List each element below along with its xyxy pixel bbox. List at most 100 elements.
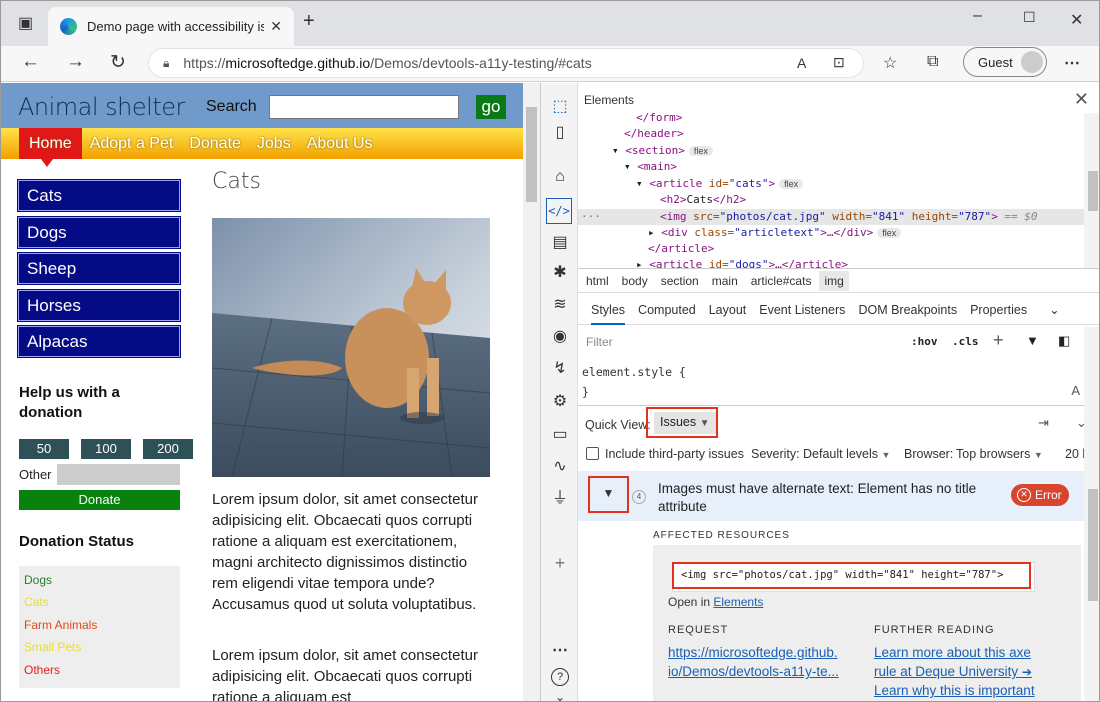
maximize-icon[interactable]: ☐ bbox=[1023, 9, 1036, 26]
device-emulation-icon[interactable]: ▯ bbox=[550, 123, 570, 143]
expand-triangle-icon[interactable]: ▾ bbox=[612, 144, 619, 157]
dock-quick-view-icon[interactable]: ⇥ bbox=[1038, 415, 1049, 431]
dom-node-section[interactable]: ▾ <section> flex bbox=[612, 143, 713, 160]
animal-link-horses[interactable]: Horses bbox=[17, 288, 181, 322]
tab-dom-breakpoints[interactable]: DOM Breakpoints bbox=[858, 303, 957, 317]
dom-node-article-close[interactable]: </article> bbox=[648, 241, 714, 258]
favorites-icon[interactable]: ☆ bbox=[883, 53, 897, 73]
performance-icon[interactable]: ↯ bbox=[550, 359, 570, 379]
element-style-rule[interactable]: element.style { } A bbox=[578, 359, 1084, 403]
dom-node-article-cats[interactable]: ▾ <article id="cats"> flex bbox=[636, 176, 804, 193]
sources-bug-icon[interactable]: ✱ bbox=[550, 263, 570, 283]
tab-close-icon[interactable]: ✕ bbox=[270, 18, 282, 35]
help-icon[interactable]: ? bbox=[551, 668, 569, 686]
issue-expand-button[interactable]: ▼ bbox=[588, 476, 629, 513]
animal-link-dogs[interactable]: Dogs bbox=[17, 215, 181, 249]
severity-dropdown[interactable]: Default levels ▼ bbox=[803, 447, 890, 461]
crumb-html[interactable]: html bbox=[586, 274, 609, 288]
collections-icon[interactable]: ⧉ bbox=[927, 53, 938, 71]
back-icon[interactable]: ← bbox=[21, 51, 40, 73]
dom-node-form-close[interactable]: </form> bbox=[636, 113, 682, 127]
nav-about[interactable]: About Us bbox=[299, 128, 381, 159]
network-icon[interactable]: ≋ bbox=[550, 295, 570, 315]
toggle-sidebar-icon[interactable]: ◧ bbox=[1058, 333, 1070, 349]
search-input[interactable] bbox=[269, 95, 459, 119]
cls-toggle[interactable]: .cls bbox=[952, 335, 979, 348]
tab-actions-icon[interactable]: ▣ bbox=[18, 13, 33, 33]
tabs-overflow-chevron-icon[interactable]: ⌄ bbox=[1049, 302, 1059, 317]
issue-row[interactable]: ▼ 4 Images must have alternate text: Ele… bbox=[578, 471, 1084, 521]
immersive-reader-icon[interactable]: ⊡ bbox=[833, 54, 845, 71]
styles-filter-input[interactable]: Filter bbox=[582, 330, 897, 354]
memory-icon[interactable]: ⚙ bbox=[550, 392, 570, 412]
add-tool-icon[interactable]: + bbox=[550, 553, 570, 573]
amount-100-button[interactable]: 100 bbox=[81, 439, 131, 459]
devtools-scroll-thumb[interactable] bbox=[1088, 489, 1098, 601]
third-party-checkbox[interactable] bbox=[586, 447, 599, 460]
close-panel-icon[interactable]: ✕ bbox=[1074, 89, 1089, 110]
activity-wave-icon[interactable]: ∿ bbox=[550, 457, 570, 477]
request-link-line2[interactable]: io/Demos/devtools-a11y-te... bbox=[668, 662, 839, 681]
request-link-line1[interactable]: https://microsoftedge.github. bbox=[668, 643, 838, 662]
close-window-icon[interactable]: ✕ bbox=[1070, 10, 1083, 30]
more-menu-icon[interactable]: ⋯ bbox=[1064, 53, 1080, 73]
amount-50-button[interactable]: 50 bbox=[19, 439, 69, 459]
paint-icon[interactable]: ▼ bbox=[1026, 333, 1039, 348]
collapse-chevron-icon[interactable]: ⌄ bbox=[550, 687, 570, 701]
animal-link-cats[interactable]: Cats bbox=[17, 179, 181, 212]
inspect-icon[interactable]: ⬚ bbox=[550, 97, 570, 117]
browser-dropdown[interactable]: Top browsers ▼ bbox=[956, 447, 1043, 461]
address-bar[interactable]: 🔒︎ https:// microsoftedge.github.io /Dem… bbox=[148, 48, 864, 78]
tab-styles[interactable]: Styles bbox=[591, 303, 626, 325]
dom-scroll-thumb[interactable] bbox=[1088, 171, 1098, 211]
crumb-article[interactable]: article#cats bbox=[751, 274, 812, 288]
expand-triangle-icon[interactable]: ▾ bbox=[624, 160, 631, 173]
nav-jobs[interactable]: Jobs bbox=[249, 128, 299, 159]
elements-tool-icon[interactable]: </> bbox=[546, 198, 572, 224]
read-aloud-icon[interactable]: A bbox=[797, 55, 806, 71]
application-icon[interactable]: ▭ bbox=[550, 425, 570, 445]
nav-home[interactable]: Home bbox=[19, 128, 82, 167]
crumb-main[interactable]: main bbox=[712, 274, 738, 288]
tab-event-listeners[interactable]: Event Listeners bbox=[759, 303, 845, 317]
nav-adopt[interactable]: Adopt a Pet bbox=[82, 128, 182, 159]
refresh-icon[interactable]: ↻ bbox=[110, 51, 126, 74]
dom-node-h2[interactable]: <h2>Cats</h2> bbox=[660, 192, 746, 209]
collapse-triangle-icon[interactable]: ▸ bbox=[648, 226, 655, 239]
other-amount-input[interactable] bbox=[57, 464, 180, 485]
site-logo[interactable]: Animal shelter bbox=[18, 93, 185, 121]
page-scroll-thumb[interactable] bbox=[526, 107, 537, 202]
tab-layout[interactable]: Layout bbox=[709, 303, 747, 317]
new-tab-icon[interactable]: + bbox=[303, 10, 315, 33]
console-icon[interactable]: ▤ bbox=[550, 233, 570, 253]
collapse-triangle-icon[interactable]: ▸ bbox=[636, 258, 643, 268]
font-editor-icon[interactable]: A bbox=[1071, 381, 1080, 401]
tab-computed[interactable]: Computed bbox=[638, 303, 696, 317]
dom-node-header-close[interactable]: </header> bbox=[624, 126, 684, 143]
further-link-line1[interactable]: Learn more about this axe bbox=[874, 643, 1031, 662]
tab-properties[interactable]: Properties bbox=[970, 303, 1027, 317]
open-in-elements-link[interactable]: Elements bbox=[713, 595, 763, 609]
forward-icon[interactable]: → bbox=[66, 51, 85, 73]
expand-triangle-icon[interactable]: ▾ bbox=[636, 177, 643, 190]
search-go-button[interactable]: go bbox=[476, 95, 506, 119]
plug-icon[interactable]: ⏚ bbox=[550, 489, 570, 509]
further-link-line3[interactable]: Learn why this is important bbox=[874, 681, 1035, 700]
flex-badge[interactable]: flex bbox=[779, 179, 804, 189]
new-style-rule-icon[interactable]: + bbox=[993, 330, 1004, 351]
browser-tab[interactable]: Demo page with accessibility issu ✕ bbox=[48, 7, 294, 46]
nav-donate[interactable]: Donate bbox=[181, 128, 249, 159]
more-tools-icon[interactable]: ⋯ bbox=[550, 641, 570, 661]
dom-node-articletext[interactable]: ▸ <div class="articletext">…</div> flex bbox=[648, 225, 902, 242]
amount-200-button[interactable]: 200 bbox=[143, 439, 193, 459]
flex-badge[interactable]: flex bbox=[877, 228, 902, 238]
affected-element-code[interactable]: <img src="photos/cat.jpg" width="841" he… bbox=[672, 562, 1031, 589]
crumb-section[interactable]: section bbox=[661, 274, 699, 288]
hov-toggle[interactable]: :hov bbox=[911, 335, 938, 348]
further-link-line2[interactable]: rule at Deque University ➔ bbox=[874, 662, 1032, 682]
animal-link-sheep[interactable]: Sheep bbox=[17, 252, 181, 285]
flex-badge[interactable]: flex bbox=[688, 146, 713, 156]
donate-button[interactable]: Donate bbox=[19, 490, 180, 510]
welcome-home-icon[interactable]: ⌂ bbox=[550, 167, 570, 187]
dom-scrollbar[interactable] bbox=[1084, 113, 1099, 268]
